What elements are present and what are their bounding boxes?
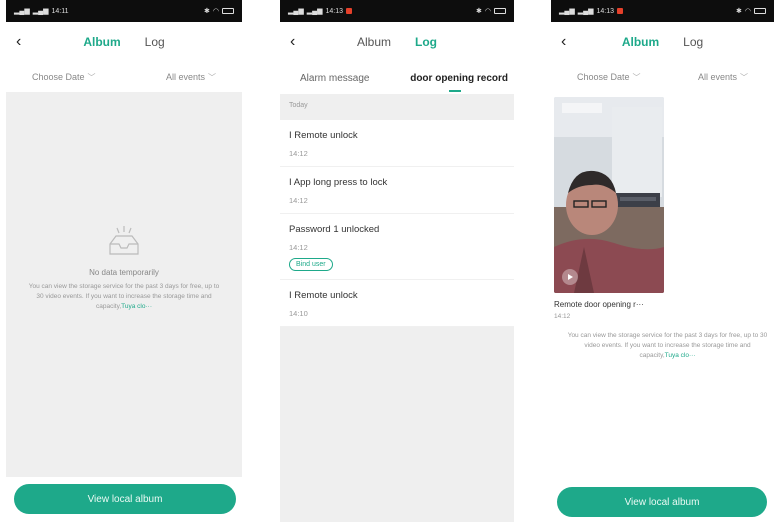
chevron-down-icon: ﹀ xyxy=(87,72,96,82)
view-local-album-button[interactable]: View local album xyxy=(557,487,767,517)
status-bar: ▂▄▆ ▂▄▆ 14:11 ✱ ◠ xyxy=(6,0,242,22)
filter-bar: Choose Date ﹀ All events ﹀ xyxy=(6,62,242,92)
all-events-dropdown[interactable]: All events ﹀ xyxy=(166,72,216,83)
bluetooth-icon: ✱ xyxy=(476,8,482,15)
subtab-alarm-message[interactable]: Alarm message xyxy=(300,73,369,84)
video-time: 14:12 xyxy=(554,313,571,320)
log-list: I Remote unlock 14:12 I App long press t… xyxy=(280,120,514,327)
log-screen: ▂▄▆ ▂▄▆ 14:13 ✱ ◠ ‹ Album Log Alarm mess… xyxy=(280,0,514,522)
wifi-icon: ◠ xyxy=(484,8,491,15)
album-empty-screen: ▂▄▆ ▂▄▆ 14:11 ✱ ◠ ‹ Album Log Choose Dat… xyxy=(6,0,242,522)
bluetooth-icon: ✱ xyxy=(204,8,210,15)
signal-icon: ▂▄▆ xyxy=(288,8,304,15)
back-arrow-icon[interactable]: ‹ xyxy=(561,34,566,50)
signal-icon: ▂▄▆ xyxy=(306,8,323,15)
log-item-title: I Remote unlock xyxy=(289,130,358,141)
back-arrow-icon[interactable]: ‹ xyxy=(16,34,21,50)
bluetooth-icon: ✱ xyxy=(736,8,742,15)
log-item[interactable]: I App long press to lock 14:12 xyxy=(280,167,514,214)
storage-info-text: You can view the storage service for the… xyxy=(567,332,768,359)
status-time: 14:13 xyxy=(325,7,343,15)
log-content: Today I Remote unlock 14:12 I App long p… xyxy=(280,94,514,522)
empty-title: No data temporarily xyxy=(89,268,159,277)
top-nav: ‹ Album Log xyxy=(280,22,514,62)
choose-date-dropdown[interactable]: Choose Date ﹀ xyxy=(32,72,96,83)
signal-icon: ▂▄▆ xyxy=(559,8,575,15)
album-video-screen: ▂▄▆ ▂▄▆ 14:13 ✱ ◠ ‹ Album Log Choose Dat… xyxy=(551,0,774,522)
status-time: 14:13 xyxy=(596,7,614,15)
empty-inbox-icon xyxy=(109,226,139,255)
tab-log[interactable]: Log xyxy=(683,35,703,49)
chevron-down-icon: ﹀ xyxy=(208,72,216,82)
active-subtab-indicator xyxy=(449,90,461,92)
status-bar: ▂▄▆ ▂▄▆ 14:13 ✱ ◠ xyxy=(551,0,774,22)
log-item-time: 14:12 xyxy=(289,243,308,252)
video-title: Remote door opening r··· xyxy=(554,300,644,309)
battery-icon xyxy=(494,8,506,14)
view-local-album-button[interactable]: View local album xyxy=(14,484,236,514)
recording-indicator-icon xyxy=(617,8,623,14)
signal-icon: ▂▄▆ xyxy=(14,8,30,15)
chevron-down-icon: ﹀ xyxy=(740,72,748,82)
battery-icon xyxy=(754,8,766,14)
log-item-title: I Remote unlock xyxy=(289,290,358,301)
log-item-title: Password 1 unlocked xyxy=(289,224,380,235)
log-item[interactable]: I Remote unlock 14:12 xyxy=(280,120,514,167)
video-thumbnail[interactable] xyxy=(554,97,664,293)
choose-date-dropdown[interactable]: Choose Date ﹀ xyxy=(577,72,641,83)
recording-indicator-icon xyxy=(346,8,352,14)
tab-album[interactable]: Album xyxy=(357,35,391,49)
subtab-door-opening-record[interactable]: door opening record xyxy=(410,73,508,84)
log-item[interactable]: I Remote unlock 14:10 xyxy=(280,280,514,327)
log-subtabs: Alarm message door opening record xyxy=(280,62,514,94)
battery-icon xyxy=(222,8,234,14)
tab-album[interactable]: Album xyxy=(83,35,120,49)
tuya-cloud-link[interactable]: Tuya clo··· xyxy=(665,352,696,359)
signal-icon: ▂▄▆ xyxy=(577,8,594,15)
status-bar: ▂▄▆ ▂▄▆ 14:13 ✱ ◠ xyxy=(280,0,514,22)
log-item-time: 14:10 xyxy=(289,309,308,318)
storage-info-text: You can view the storage service for the… xyxy=(28,283,220,310)
bind-user-button[interactable]: Bind user xyxy=(289,258,333,271)
empty-state: No data temporarily You can view the sto… xyxy=(6,92,242,477)
tab-log[interactable]: Log xyxy=(145,35,165,49)
day-label: Today xyxy=(289,102,308,109)
video-frame-image xyxy=(554,97,664,293)
filter-bar: Choose Date ﹀ All events ﹀ xyxy=(551,62,774,92)
tab-log[interactable]: Log xyxy=(415,35,437,49)
top-nav: ‹ Album Log xyxy=(551,22,774,62)
play-icon[interactable] xyxy=(562,269,578,285)
log-item-time: 14:12 xyxy=(289,196,308,205)
status-time: 14:11 xyxy=(51,7,69,15)
tab-album[interactable]: Album xyxy=(622,35,659,49)
wifi-icon: ◠ xyxy=(212,8,219,15)
log-item[interactable]: Password 1 unlocked 14:12 Bind user xyxy=(280,214,514,280)
all-events-dropdown[interactable]: All events ﹀ xyxy=(698,72,748,83)
log-item-time: 14:12 xyxy=(289,149,308,158)
back-arrow-icon[interactable]: ‹ xyxy=(290,34,295,50)
top-nav: ‹ Album Log xyxy=(6,22,242,62)
signal-icon: ▂▄▆ xyxy=(32,8,49,15)
log-item-title: I App long press to lock xyxy=(289,177,388,188)
tuya-cloud-link[interactable]: Tuya clo··· xyxy=(121,303,152,310)
wifi-icon: ◠ xyxy=(744,8,751,15)
chevron-down-icon: ﹀ xyxy=(632,72,641,82)
